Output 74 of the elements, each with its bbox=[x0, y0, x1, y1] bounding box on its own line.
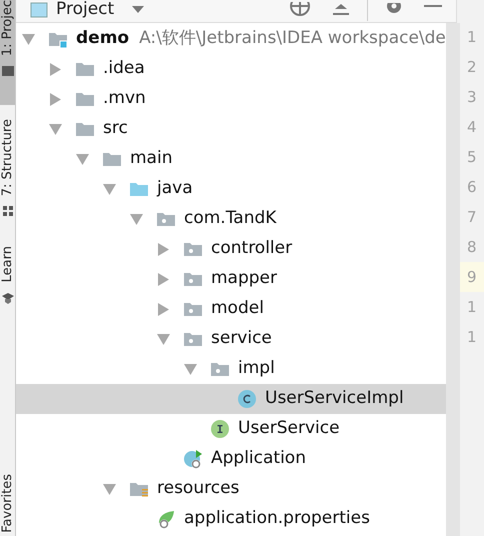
line-number: 3 bbox=[466, 86, 478, 108]
tree-row[interactable]: model bbox=[16, 294, 446, 324]
caret-icon[interactable] bbox=[132, 6, 144, 14]
expanded-arrow-icon[interactable] bbox=[130, 212, 143, 226]
tree-row[interactable]: Application bbox=[16, 444, 446, 474]
expanded-arrow-icon[interactable] bbox=[184, 362, 197, 376]
graduation-cap-icon bbox=[0, 290, 14, 305]
tool-window-tab[interactable]: 1: Projec bbox=[0, 0, 15, 105]
tree-item-label: resources bbox=[157, 477, 240, 500]
tree-row[interactable]: main bbox=[16, 144, 446, 174]
tree-row[interactable]: UserServiceImpl bbox=[16, 384, 446, 414]
line-number: 1 bbox=[466, 26, 478, 48]
tree-row[interactable]: demo A:\软件\Jetbrains\IDEA workspace\de bbox=[16, 24, 446, 54]
collapsed-arrow-icon[interactable] bbox=[157, 242, 170, 256]
tree-row[interactable]: .idea bbox=[16, 54, 446, 84]
expanded-arrow-icon[interactable] bbox=[103, 182, 116, 196]
target-icon[interactable] bbox=[289, 2, 311, 18]
tree-item-label: .mvn bbox=[103, 87, 146, 110]
scrollbar[interactable] bbox=[446, 23, 460, 536]
tree-item-label: main bbox=[130, 147, 172, 170]
collapsed-arrow-icon[interactable] bbox=[157, 302, 170, 316]
tree-row[interactable]: com.TandK bbox=[16, 204, 446, 234]
tool-window-tab[interactable]: 7: Structure bbox=[0, 119, 15, 218]
tool-window-tab[interactable]: Favorites bbox=[0, 474, 15, 533]
tree-item-label: mapper bbox=[211, 267, 278, 290]
class-icon bbox=[237, 389, 257, 409]
tree-item-label: application.properties bbox=[184, 507, 370, 530]
expanded-arrow-icon[interactable] bbox=[103, 482, 116, 496]
expanded-arrow-icon[interactable] bbox=[157, 332, 170, 346]
tree-row[interactable]: src bbox=[16, 114, 446, 144]
collapsed-arrow-icon[interactable] bbox=[49, 62, 62, 76]
tree-item-label: src bbox=[103, 117, 128, 140]
tree-item-label: demo bbox=[76, 27, 130, 50]
expanded-arrow-icon[interactable] bbox=[22, 32, 35, 46]
tree-row[interactable]: impl bbox=[16, 354, 446, 384]
line-number: 1 bbox=[466, 326, 478, 348]
tree-row[interactable]: controller bbox=[16, 234, 446, 264]
tree-row[interactable]: mapper bbox=[16, 264, 446, 294]
tree-row[interactable]: resources bbox=[16, 474, 446, 504]
interface-icon bbox=[210, 419, 230, 439]
leaf-icon bbox=[156, 509, 176, 529]
expanded-arrow-icon[interactable] bbox=[49, 122, 62, 136]
collapse-icon[interactable] bbox=[331, 2, 351, 16]
line-number: 4 bbox=[466, 116, 478, 138]
tree-item-label: java bbox=[157, 177, 193, 200]
tool-window-tab[interactable]: Learn bbox=[0, 246, 15, 305]
tree-row[interactable]: UserService bbox=[16, 414, 446, 444]
tree-item-label: UserService bbox=[238, 417, 340, 440]
tree-item-label: impl bbox=[238, 357, 275, 380]
tree-item-label: com.TandK bbox=[184, 207, 276, 230]
run-class-icon bbox=[183, 449, 203, 469]
line-number: 2 bbox=[466, 56, 478, 78]
tree-item-label: model bbox=[211, 297, 264, 320]
line-number: 5 bbox=[466, 146, 478, 168]
grid-icon bbox=[0, 204, 14, 218]
tree-item-label: Application bbox=[211, 447, 306, 470]
collapsed-arrow-icon[interactable] bbox=[157, 272, 170, 286]
line-number: 6 bbox=[466, 176, 478, 198]
collapsed-arrow-icon[interactable] bbox=[49, 92, 62, 106]
line-number: 8 bbox=[466, 236, 478, 258]
tree-item-label: UserServiceImpl bbox=[265, 387, 404, 410]
minimize-icon[interactable] bbox=[424, 4, 442, 8]
line-number: 7 bbox=[466, 206, 478, 228]
tree-row[interactable]: application.properties bbox=[16, 504, 446, 534]
project-path: A:\软件\Jetbrains\IDEA workspace\de bbox=[139, 27, 446, 50]
expanded-arrow-icon[interactable] bbox=[76, 152, 89, 166]
panel-title: Project bbox=[56, 0, 114, 21]
tree-row[interactable]: .mvn bbox=[16, 84, 446, 114]
tree-row[interactable]: java bbox=[16, 174, 446, 204]
tree-row[interactable]: service bbox=[16, 324, 446, 354]
tree-item-label: .idea bbox=[103, 57, 145, 80]
line-number: 1 bbox=[466, 296, 478, 318]
tree-item-label: service bbox=[211, 327, 272, 350]
tree-item-label: controller bbox=[211, 237, 292, 260]
